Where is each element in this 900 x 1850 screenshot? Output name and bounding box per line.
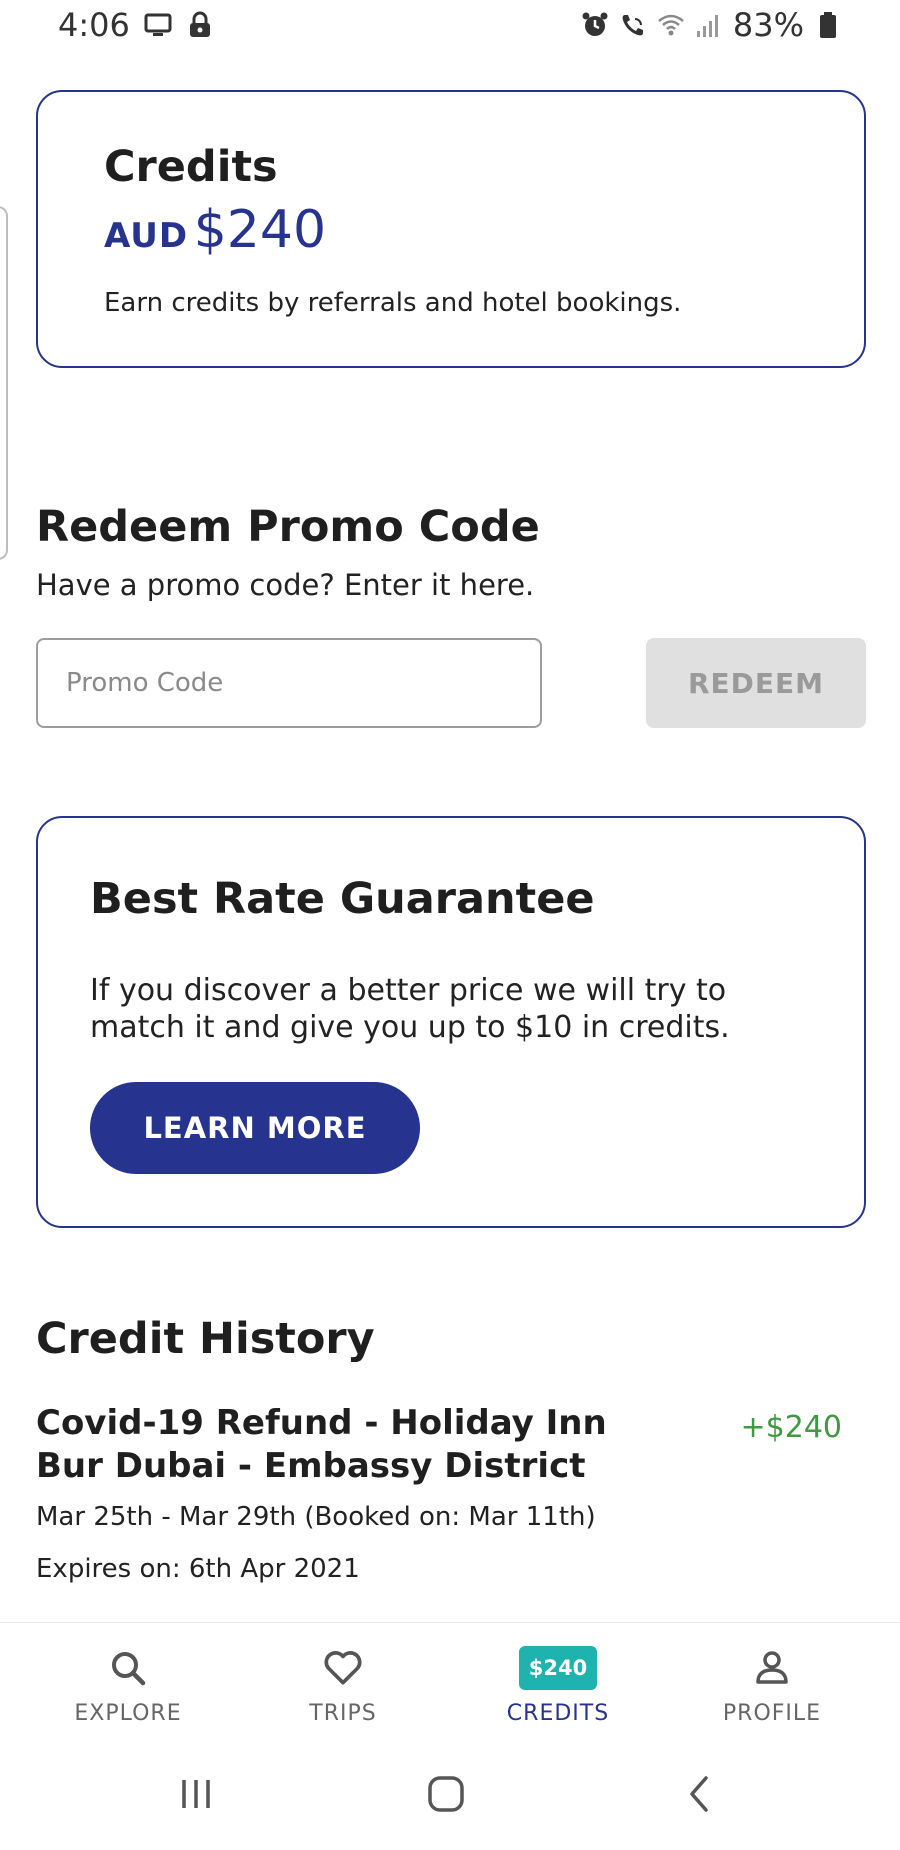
credit-history-title: Credit History [36, 1314, 375, 1364]
nav-trips-label: TRIPS [309, 1701, 377, 1726]
learn-more-button[interactable]: LEARN MORE [90, 1082, 420, 1174]
battery-icon [820, 12, 836, 38]
status-bar: 4:06 83% [0, 0, 900, 56]
person-icon [756, 1651, 788, 1684]
credits-value: $240 [193, 200, 327, 260]
alarm-icon [582, 12, 608, 36]
promo-subtitle: Have a promo code? Enter it here. [36, 568, 535, 602]
nav-trips[interactable]: TRIPS [243, 1643, 443, 1726]
system-nav-bar [0, 1742, 900, 1850]
credits-badge: $240 [518, 1646, 598, 1690]
nav-profile[interactable]: PROFILE [672, 1643, 872, 1726]
lock-icon [189, 11, 210, 37]
back-icon[interactable] [680, 1774, 720, 1814]
wifi-icon [658, 14, 684, 36]
nav-profile-label: PROFILE [722, 1701, 822, 1726]
history-item-name: Covid-19 Refund - Holiday Inn Bur Dubai … [36, 1403, 607, 1486]
status-time: 4:06 [58, 6, 130, 44]
nav-credits[interactable]: $240 CREDITS [458, 1643, 658, 1726]
search-icon [112, 1652, 146, 1686]
home-icon[interactable] [426, 1774, 466, 1814]
nav-explore-label: EXPLORE [74, 1701, 182, 1726]
nav-credits-label: CREDITS [506, 1701, 610, 1726]
promo-title: Redeem Promo Code [36, 502, 540, 552]
best-rate-title: Best Rate Guarantee [90, 874, 595, 924]
credits-subtitle: Earn credits by referrals and hotel book… [104, 288, 682, 318]
best-rate-card: Best Rate Guarantee If you discover a be… [36, 816, 866, 1228]
credits-card: Credits AUD $240 Earn credits by referra… [36, 90, 866, 368]
heart-icon [324, 1651, 362, 1685]
status-bar-left: 4:06 [58, 6, 214, 44]
status-bar-right: 83% [581, 6, 842, 44]
nav-explore[interactable]: EXPLORE [28, 1643, 228, 1726]
side-drawer-handle[interactable] [0, 206, 8, 560]
redeem-button[interactable]: REDEEM [646, 638, 866, 728]
wifi-call-icon [622, 15, 643, 36]
bottom-nav: EXPLORE TRIPS $240 CREDITS PROFILE [0, 1622, 900, 1743]
recent-apps-icon[interactable] [176, 1774, 216, 1814]
best-rate-text: If you discover a better price we will t… [90, 973, 730, 1045]
history-item-dates: Mar 25th - Mar 29th (Booked on: Mar 11th… [36, 1502, 596, 1532]
credits-title: Credits [104, 142, 278, 192]
promo-code-input[interactable] [36, 638, 542, 728]
history-item-expiry: Expires on: 6th Apr 2021 [36, 1554, 360, 1584]
history-item-amount: +$240 [740, 1410, 842, 1445]
battery-percentage: 83% [732, 6, 804, 44]
signal-icon [696, 15, 718, 37]
screen-cast-icon [144, 13, 172, 36]
credits-amount: AUD $240 [104, 200, 326, 260]
credits-currency: AUD [104, 216, 189, 256]
